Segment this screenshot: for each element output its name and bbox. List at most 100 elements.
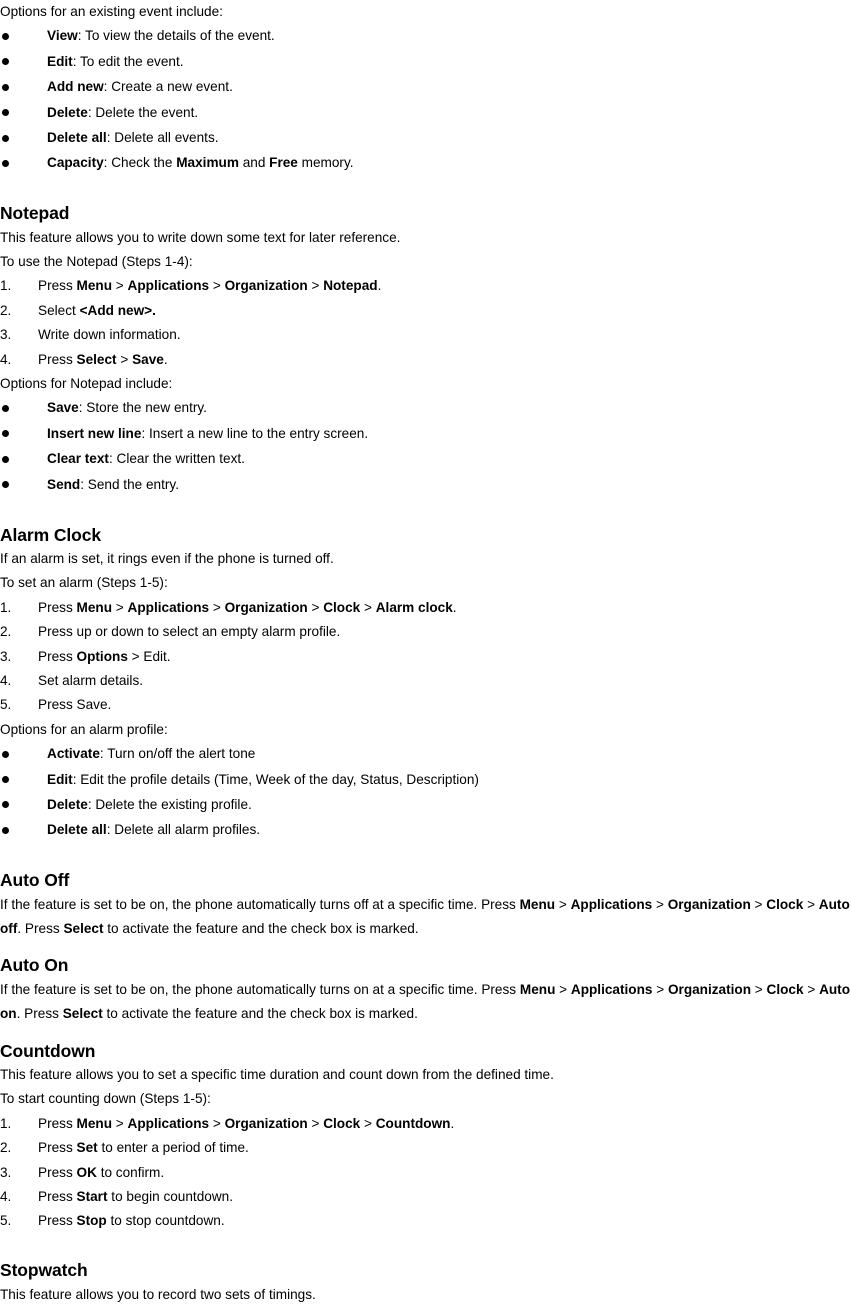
auto-off-description-run-12: to activate the feature and the check bo… xyxy=(103,920,419,936)
alarm-steps-list-0-run-3: Applications xyxy=(127,599,210,615)
list-item-label: Send: Send the entry. xyxy=(47,473,851,497)
auto-off-description: If the feature is set to be on, the phon… xyxy=(0,893,851,942)
bullet-icon xyxy=(0,448,47,472)
list-item-label: Press Options > Edit. xyxy=(38,645,851,669)
heading-auto-on-run-0: Auto On xyxy=(0,955,69,976)
gap-before-auto-on xyxy=(0,941,851,953)
auto-on-description-run-10: . Press xyxy=(16,1006,63,1022)
list-item: 1. Press Menu > Applications > Organizati… xyxy=(0,1112,851,1136)
countdown-steps-intro-run-0: To start counting down (Steps 1-5): xyxy=(0,1091,211,1107)
list-item-number: 2. xyxy=(0,624,12,640)
notepad-description-run-0: This feature allows you to write down so… xyxy=(0,229,401,245)
list-item: 4. Press Start to begin countdown. xyxy=(0,1185,851,1209)
alarm-profile-options-list-1-run-1: : Edit the profile details (Time, Week o… xyxy=(72,771,479,787)
alarm-steps-list-0-run-0: Press xyxy=(38,599,77,615)
countdown-steps-list-1-run-0: Press xyxy=(38,1140,77,1156)
bullet-icon xyxy=(0,152,47,176)
countdown-steps-list-0-run-1: Menu xyxy=(76,1115,113,1131)
notepad-steps-list-3-run-3: Save xyxy=(132,351,164,367)
auto-off-description-run-5: Organization xyxy=(667,896,751,912)
list-item-label: Add new: Create a new event. xyxy=(47,75,851,99)
countdown-steps-list-3-run-2: to begin countdown. xyxy=(107,1189,233,1205)
event-options-list-5-run-5: memory. xyxy=(297,155,354,171)
bullet-icon xyxy=(0,51,47,75)
notepad-steps-list-3-run-2: > xyxy=(116,351,133,367)
alarm-profile-options-intro: Options for an alarm profile: xyxy=(0,718,851,742)
auto-on-description-run-5: Organization xyxy=(667,981,752,997)
auto-on-description-run-4: > xyxy=(652,981,668,997)
auto-off-description-run-0: If the feature is set to be on, the phon… xyxy=(0,896,520,912)
list-item-label: Save: Store the new entry. xyxy=(47,396,851,420)
notepad-steps-list-0-run-5: Organization xyxy=(224,278,308,294)
list-item: 5. Press Save. xyxy=(0,693,851,717)
bullet-icon xyxy=(0,127,47,151)
list-item: Insert new line: Insert a new line to th… xyxy=(0,422,851,447)
event-options-list-2-run-0: Add new xyxy=(47,79,104,95)
alarm-steps-list-0-run-9: Alarm clock xyxy=(375,599,453,615)
list-item-number: 4. xyxy=(0,672,12,688)
alarm-profile-options-list: Activate: Turn on/off the alert tone Edit… xyxy=(0,742,851,844)
notepad-steps-list-1-run-0: Select xyxy=(38,302,80,318)
list-item-label: Delete: Delete the existing profile. xyxy=(47,793,851,817)
countdown-steps-list-3-run-1: Start xyxy=(76,1189,108,1205)
event-options-list: View: To view the details of the event. E… xyxy=(0,24,851,176)
notepad-steps-list-0-run-3: Applications xyxy=(127,278,210,294)
auto-on-description-run-11: Select xyxy=(62,1006,103,1022)
auto-on-description-run-12: to activate the feature and the check bo… xyxy=(102,1006,418,1022)
event-options-list-5-run-2: Maximum xyxy=(176,155,239,171)
list-item: Save: Store the new entry. xyxy=(0,396,851,421)
alarm-steps-list-4-run-0: Press Save. xyxy=(38,697,112,713)
alarm-steps-list-0-run-1: Menu xyxy=(76,599,113,615)
notepad-options-intro-run-0: Options for Notepad include: xyxy=(0,376,173,392)
heading-alarm-clock: Alarm Clock xyxy=(0,523,851,547)
list-item-number: 3. xyxy=(0,1164,12,1180)
list-item-label: Set alarm details. xyxy=(38,669,851,693)
countdown-steps-list-0-run-0: Press xyxy=(38,1115,77,1131)
event-options-list-0-run-0: View xyxy=(47,28,78,44)
auto-off-description-run-7: Clock xyxy=(766,896,804,912)
countdown-steps-intro: To start counting down (Steps 1-5): xyxy=(0,1087,851,1111)
list-item-label: Press up or down to select an empty alar… xyxy=(38,620,851,644)
list-item-label: Edit: Edit the profile details (Time, We… xyxy=(47,768,851,792)
list-item-label: Press Save. xyxy=(38,693,851,717)
list-item-label: Press Select > Save. xyxy=(38,348,851,372)
auto-off-description-run-8: > xyxy=(803,896,819,912)
auto-off-description-run-3: Applications xyxy=(570,896,653,912)
notepad-options-intro: Options for Notepad include: xyxy=(0,372,851,396)
gap-before-notepad xyxy=(0,177,851,201)
event-options-list-4-run-0: Delete all xyxy=(47,130,107,146)
list-item: Send: Send the entry. xyxy=(0,473,851,498)
list-item-number: 5. xyxy=(0,1213,12,1229)
heading-alarm-clock-run-0: Alarm Clock xyxy=(0,524,102,545)
alarm-profile-options-list-2-run-1: : Delete the existing profile. xyxy=(87,796,252,812)
list-item-label: Press Menu > Applications > Organization… xyxy=(38,1112,851,1136)
auto-on-description-run-0: If the feature is set to be on, the phon… xyxy=(0,981,520,997)
alarm-steps-list-1-run-0: Press up or down to select an empty alar… xyxy=(38,624,341,640)
auto-on-description-run-1: Menu xyxy=(519,981,556,997)
countdown-steps-list-0-run-3: Applications xyxy=(127,1115,210,1131)
list-item-number: 4. xyxy=(0,351,12,367)
alarm-steps-intro: To set an alarm (Steps 1-5): xyxy=(0,571,851,595)
countdown-steps-list-2-run-2: to confirm. xyxy=(96,1164,165,1180)
countdown-steps-list-3-run-0: Press xyxy=(38,1189,77,1205)
list-item-label: Edit: To edit the event. xyxy=(47,50,851,74)
notepad-steps-list-0-run-7: Notepad xyxy=(323,278,378,294)
stopwatch-description: This feature allows you to record two se… xyxy=(0,1283,851,1307)
event-options-list-3-run-0: Delete xyxy=(47,104,88,120)
event-options-list-5-run-3: and xyxy=(238,155,270,171)
bullet-icon xyxy=(0,743,47,767)
alarm-clock-description: If an alarm is set, it rings even if the… xyxy=(0,547,851,571)
notepad-options-list-1-run-1: : Insert a new line to the entry screen. xyxy=(141,425,369,441)
notepad-steps-list-3-run-4: . xyxy=(163,351,168,367)
notepad-steps-list-0-run-0: Press xyxy=(38,278,77,294)
notepad-steps-intro: To use the Notepad (Steps 1-4): xyxy=(0,250,851,274)
auto-on-description-run-8: > xyxy=(803,981,820,997)
alarm-steps-list-2-run-1: Options xyxy=(76,648,128,664)
list-item: Edit: Edit the profile details (Time, We… xyxy=(0,768,851,793)
countdown-steps-list-2-run-0: Press xyxy=(38,1164,77,1180)
event-options-list-5-run-4: Free xyxy=(269,155,298,171)
countdown-steps-list-2-run-1: OK xyxy=(76,1164,97,1180)
list-item-number: 3. xyxy=(0,648,12,664)
alarm-steps-list-0-run-8: > xyxy=(360,599,376,615)
auto-off-description-run-10: . Press xyxy=(17,920,64,936)
